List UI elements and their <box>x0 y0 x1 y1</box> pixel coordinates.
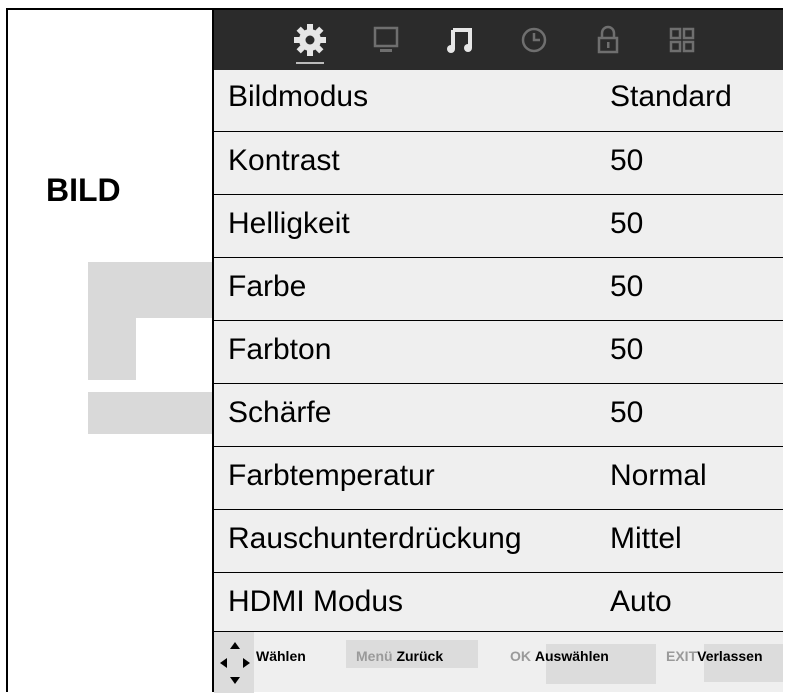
tab-timer[interactable] <box>514 20 554 60</box>
tab-lock[interactable] <box>588 20 628 60</box>
hint-back-text: Zurück <box>396 648 444 664</box>
setting-row-contrast[interactable]: Kontrast 50 <box>214 132 783 195</box>
hint-select: Wählen <box>256 648 306 664</box>
setting-label: Farbtemperatur <box>228 459 435 492</box>
tab-display[interactable] <box>366 20 406 60</box>
key-hint-bar: Wählen Menü Zurück OK Auswählen EXITVerl… <box>214 631 783 693</box>
setting-row-color[interactable]: Farbe 50 <box>214 258 783 321</box>
tab-picture-settings[interactable] <box>290 20 330 64</box>
clock-icon <box>521 27 547 53</box>
hint-back-key: Menü <box>356 648 393 664</box>
setting-row-sharpness[interactable]: Schärfe 50 <box>214 384 783 447</box>
music-note-icon <box>447 28 472 53</box>
gear-icon <box>294 24 326 56</box>
lock-icon <box>597 25 619 54</box>
hint-back: Menü Zurück <box>356 648 443 664</box>
tab-apps[interactable] <box>662 20 702 60</box>
setting-value: 50 <box>610 270 644 303</box>
grid-icon <box>669 27 695 53</box>
setting-value: 50 <box>610 144 644 177</box>
setting-row-color-temperature[interactable]: Farbtemperatur Normal <box>214 447 783 510</box>
settings-menu: Bildmodus Standard Kontrast 50 Helligkei… <box>212 10 783 693</box>
setting-label: Farbton <box>228 333 332 366</box>
setting-value: Standard <box>610 80 732 113</box>
settings-list: Bildmodus Standard Kontrast 50 Helligkei… <box>214 70 783 636</box>
setting-label: Kontrast <box>228 144 340 177</box>
setting-row-picture-mode[interactable]: Bildmodus Standard <box>214 70 783 132</box>
hint-ok-key: OK <box>510 648 531 664</box>
setting-row-hdmi-mode[interactable]: HDMI Modus Auto <box>214 573 783 636</box>
setting-value: 50 <box>610 396 644 429</box>
setting-row-brightness[interactable]: Helligkeit 50 <box>214 195 783 258</box>
arrow-keys-icon <box>220 642 250 684</box>
setting-value: Auto <box>610 585 672 618</box>
setting-value: 50 <box>610 207 644 240</box>
setting-value: 50 <box>610 333 644 366</box>
tab-sound[interactable] <box>440 20 480 60</box>
hint-select-text: Wählen <box>256 648 306 664</box>
setting-row-tint[interactable]: Farbton 50 <box>214 321 783 384</box>
decoration-block-top <box>88 262 212 318</box>
setting-label: Rauschunterdrückung <box>228 522 522 555</box>
setting-value: Mittel <box>610 522 682 555</box>
setting-label: HDMI Modus <box>228 585 404 618</box>
hint-exit-text: Verlassen <box>697 648 763 664</box>
setting-value: Normal <box>610 459 707 492</box>
setting-label: Bildmodus <box>228 80 369 113</box>
setting-label: Farbe <box>228 270 307 303</box>
monitor-icon <box>373 26 399 52</box>
hint-ok-text: Auswählen <box>534 648 609 664</box>
setting-label: Helligkeit <box>228 207 350 240</box>
setting-label: Schärfe <box>228 396 332 429</box>
setting-row-noise-reduction[interactable]: Rauschunterdrückung Mittel <box>214 510 783 573</box>
page-title: BILD <box>46 172 121 208</box>
hint-exit: EXITVerlassen <box>666 648 763 664</box>
decoration-block-middle <box>88 318 136 380</box>
category-tab-bar <box>214 10 783 70</box>
decoration-block-bottom <box>88 392 212 434</box>
hint-exit-key: EXIT <box>666 648 698 664</box>
hint-ok: OK Auswählen <box>510 648 609 664</box>
